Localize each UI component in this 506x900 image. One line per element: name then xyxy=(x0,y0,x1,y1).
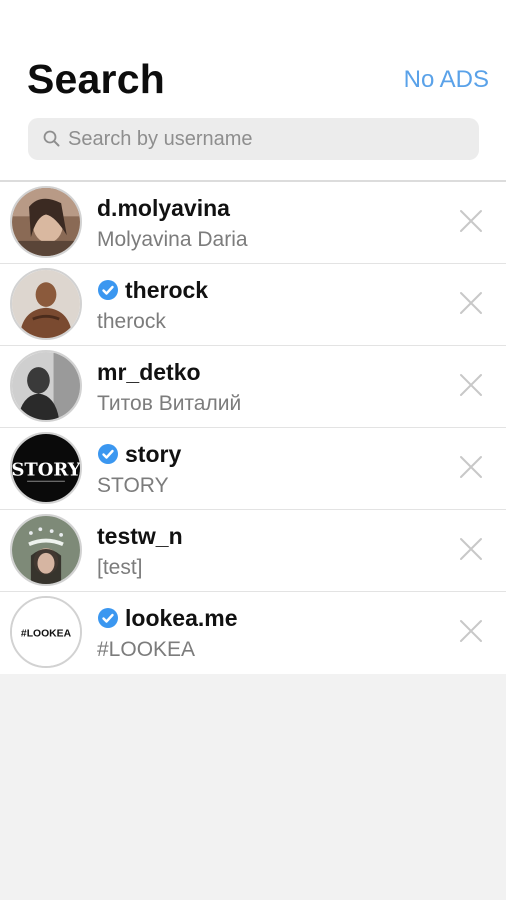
username: d.molyavina xyxy=(97,194,230,221)
full-name: [test] xyxy=(97,556,143,579)
avatar: #LOOKEA xyxy=(10,596,82,668)
avatar xyxy=(10,350,82,422)
avatar-logo-text: STORY xyxy=(12,460,80,481)
username: testw_n xyxy=(97,522,183,549)
avatar xyxy=(10,268,82,340)
username: mr_detko xyxy=(97,358,201,385)
avatar: STORY xyxy=(10,432,82,504)
search-bar[interactable] xyxy=(28,118,479,160)
page-title: Search xyxy=(27,56,165,102)
full-name: Титов Виталий xyxy=(97,392,242,415)
close-icon[interactable] xyxy=(458,208,484,234)
avatar xyxy=(10,514,82,586)
avatar-logo-text: #LOOKEA xyxy=(21,629,72,640)
username: lookea.me xyxy=(125,604,238,631)
result-row[interactable]: d.molyavina Molyavina Daria xyxy=(0,182,506,264)
username-line: d.molyavina xyxy=(97,193,230,223)
header: Search No ADS xyxy=(0,0,506,181)
close-icon[interactable] xyxy=(458,618,484,644)
result-row[interactable]: mr_detko Титов Виталий xyxy=(0,346,506,428)
username-line: story xyxy=(97,439,181,469)
result-row[interactable]: therock therock xyxy=(0,264,506,346)
search-icon xyxy=(42,129,62,149)
close-icon[interactable] xyxy=(458,536,484,562)
results-list: d.molyavina Molyavina Daria therock ther… xyxy=(0,182,506,674)
username-line: therock xyxy=(97,275,208,305)
verified-badge-icon xyxy=(97,607,119,629)
verified-badge-icon xyxy=(97,279,119,301)
username-line: lookea.me xyxy=(97,603,238,633)
close-icon[interactable] xyxy=(458,290,484,316)
close-icon[interactable] xyxy=(458,454,484,480)
full-name: STORY xyxy=(97,474,169,497)
result-row[interactable]: testw_n [test] xyxy=(0,510,506,592)
no-ads-button[interactable]: No ADS xyxy=(404,66,489,94)
verified-badge-icon xyxy=(97,443,119,465)
result-row[interactable]: #LOOKEA lookea.me #LOOKEA xyxy=(0,592,506,674)
full-name: Molyavina Daria xyxy=(97,228,248,251)
username: therock xyxy=(125,276,209,303)
search-input[interactable] xyxy=(68,119,468,159)
full-name: therock xyxy=(97,310,166,333)
username: story xyxy=(125,440,182,467)
avatar xyxy=(10,186,82,258)
username-line: testw_n xyxy=(97,521,183,551)
result-row[interactable]: STORY story STORY xyxy=(0,428,506,510)
full-name: #LOOKEA xyxy=(97,638,196,661)
close-icon[interactable] xyxy=(458,372,484,398)
username-line: mr_detko xyxy=(97,357,201,387)
